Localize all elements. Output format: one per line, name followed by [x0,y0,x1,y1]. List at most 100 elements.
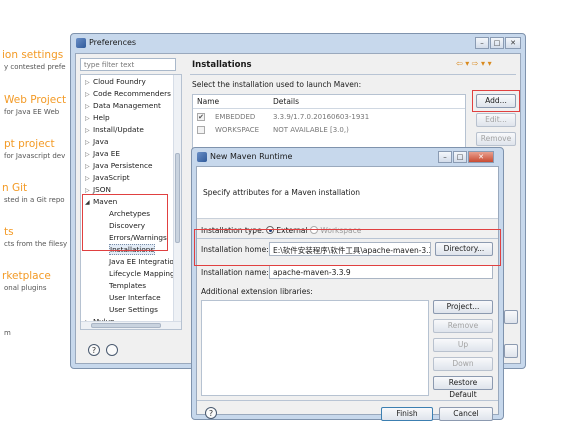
tree-expand-icon[interactable]: ▷ [85,91,93,98]
table-row[interactable]: ✔ EMBEDDED 3.3.9/1.7.0.20160603-1931 [193,111,465,123]
welcome-item-title[interactable]: ion settings [2,49,63,61]
tree-item[interactable]: Java EE Integratio [101,257,174,268]
tree-item[interactable]: ▷ Install/Update [85,125,144,136]
highlight-installation-fields [194,229,501,266]
tree-item-label: Data Management [93,101,161,110]
preferences-status-icon[interactable] [106,344,118,356]
up-button[interactable]: Up [433,338,493,352]
tree-item[interactable]: ▷ Cloud Foundry [85,77,146,88]
down-button[interactable]: Down [433,357,493,371]
help-icon[interactable]: ? [205,407,217,419]
highlight-maven [82,194,168,251]
tree-expand-icon[interactable]: ▷ [85,139,93,146]
side-button[interactable] [504,344,518,358]
scroll-thumb[interactable] [91,323,161,328]
footer-separator [197,400,498,401]
restore-default-button[interactable]: Restore Default [433,376,493,399]
welcome-item-desc: sted in a Git repo [4,196,65,204]
extension-libraries-list[interactable] [201,300,429,396]
tree-item-label: Install/Update [93,125,144,134]
tree-item-label: JavaScript [93,173,130,182]
tree-item[interactable]: User Settings [101,305,158,316]
tree-horizontal-scrollbar[interactable] [81,321,181,329]
welcome-item-desc: onal plugins [4,284,47,292]
side-button[interactable] [504,310,518,324]
new-maven-runtime-dialog: New Maven Runtime – □ ✕ Specify attribut… [191,147,504,421]
maximize-icon[interactable]: □ [453,151,467,163]
banner-text: Specify attributes for a Maven installat… [203,188,361,197]
tree-item[interactable]: ▷ Code Recommenders [85,89,171,100]
welcome-item-desc: y contested prefe [4,63,66,71]
help-icon[interactable]: ? [88,344,100,356]
tree-item[interactable]: Templates [101,281,146,292]
cancel-button[interactable]: Cancel [439,407,493,421]
tree-item-label: Java [93,137,109,146]
project-button[interactable]: Project... [433,300,493,314]
close-icon[interactable]: ✕ [505,37,521,49]
close-icon[interactable]: ✕ [468,151,494,163]
tree-expand-icon[interactable]: ▷ [85,151,93,158]
tree-item[interactable]: ▷ Java EE [85,149,120,160]
tree-item[interactable]: ▷ JavaScript [85,173,130,184]
preferences-app-icon [76,38,86,48]
preferences-titlebar[interactable]: Preferences – □ ✕ [71,34,525,52]
minimize-icon[interactable]: – [438,151,452,163]
tree-item-label: Java EE Integratio [109,257,174,266]
row-details: 3.3.9/1.7.0.20160603-1931 [273,113,370,121]
filter-input[interactable] [80,58,176,71]
welcome-item-title[interactable]: ts [4,226,14,238]
installation-name-field[interactable]: apache-maven-3.3.9 [269,265,493,279]
tree-item-label: User Settings [109,305,158,314]
tree-expand-icon[interactable]: ▷ [85,163,93,170]
tree-item-label: User Interface [109,293,161,302]
row-details: NOT AVAILABLE [3.0,) [273,126,349,134]
tree-item-label: Templates [109,281,147,290]
page-title: Installations [192,60,252,70]
maximize-icon[interactable]: □ [490,37,504,49]
tree-item[interactable]: ▷ Help [85,113,110,124]
column-header-details[interactable]: Details [273,97,299,106]
nav-arrows-icon[interactable]: ⇦ ▾ ⇨ ▾ ▾ [456,59,492,68]
tree-item[interactable]: ▷ Data Management [85,101,161,112]
welcome-item-title[interactable]: Web Project [4,94,66,106]
tree-expand-icon[interactable]: ▷ [85,187,93,194]
dialog-titlebar[interactable]: New Maven Runtime – □ ✕ [192,148,503,166]
table-row[interactable]: WORKSPACE NOT AVAILABLE [3.0,) [193,124,465,136]
extension-libraries-label: Additional extension libraries: [201,287,313,296]
tree-item[interactable]: ▷ Java [85,137,108,148]
tree-item-label: Cloud Foundry [93,77,146,86]
tree-expand-icon[interactable]: ▷ [85,127,93,134]
tree-item-label: Java EE [93,149,120,158]
welcome-item-title[interactable]: pt project [4,138,55,150]
row-checkbox[interactable]: ✔ [197,113,205,121]
tree-vertical-scrollbar[interactable] [173,75,181,329]
remove-library-button[interactable]: Remove [433,319,493,333]
tree-expand-icon[interactable]: ▷ [85,115,93,122]
dialog-body: Specify attributes for a Maven installat… [196,166,499,421]
welcome-item-title[interactable]: rketplace [2,270,51,282]
welcome-fragment: m [4,329,11,337]
dialog-title: New Maven Runtime [210,152,293,161]
tree-item-label: Code Recommenders [93,89,171,98]
remove-button[interactable]: Remove [476,132,516,146]
tree-expand-icon[interactable]: ▷ [85,103,93,110]
row-name: EMBEDDED [215,113,256,121]
edit-button[interactable]: Edit... [476,113,516,127]
dialog-app-icon [197,152,207,162]
installation-name-label: Installation name: [201,268,269,277]
finish-button[interactable]: Finish [381,407,433,421]
tree-expand-icon[interactable]: ▷ [85,79,93,86]
scroll-thumb[interactable] [175,153,180,243]
header-separator [193,108,465,109]
highlight-add [472,90,520,112]
tree-item[interactable]: User Interface [101,293,161,304]
minimize-icon[interactable]: – [475,37,489,49]
tree-item[interactable]: ▷ Java Persistence [85,161,152,172]
tree-item[interactable]: Lifecycle Mapping [101,269,175,280]
tree-expand-icon[interactable]: ▷ [85,175,93,182]
tree-item-label: Lifecycle Mapping [109,269,175,278]
row-checkbox[interactable] [197,126,205,134]
column-header-name[interactable]: Name [197,97,219,106]
tree-item-label: JSON [93,185,111,194]
welcome-item-title[interactable]: n Git [2,182,27,194]
